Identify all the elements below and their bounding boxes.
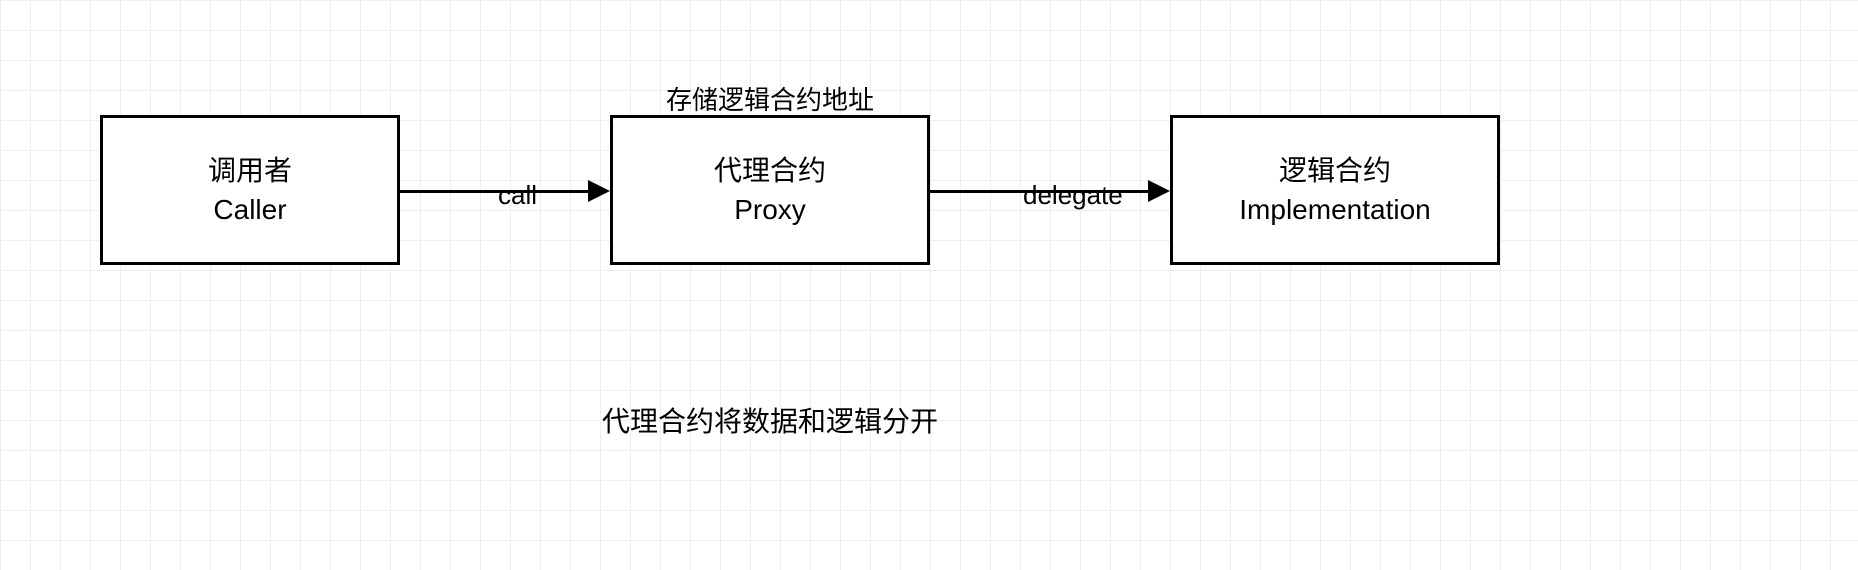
proxy-box: 代理合约 Proxy — [610, 115, 930, 265]
proxy-label-en: Proxy — [734, 190, 806, 229]
arrow-delegate-label: delegate — [1023, 180, 1123, 211]
proxy-annotation: 存储逻辑合约地址 — [660, 80, 880, 117]
implementation-label-en: Implementation — [1239, 190, 1430, 229]
caller-label-en: Caller — [213, 190, 286, 229]
caller-label-cn: 调用者 — [208, 151, 292, 190]
diagram-caption: 代理合约将数据和逻辑分开 — [600, 400, 940, 440]
implementation-label-cn: 逻辑合约 — [1279, 151, 1391, 190]
arrow-call-label: call — [498, 180, 537, 211]
implementation-box: 逻辑合约 Implementation — [1170, 115, 1500, 265]
caller-box: 调用者 Caller — [100, 115, 400, 265]
proxy-label-cn: 代理合约 — [714, 151, 826, 190]
